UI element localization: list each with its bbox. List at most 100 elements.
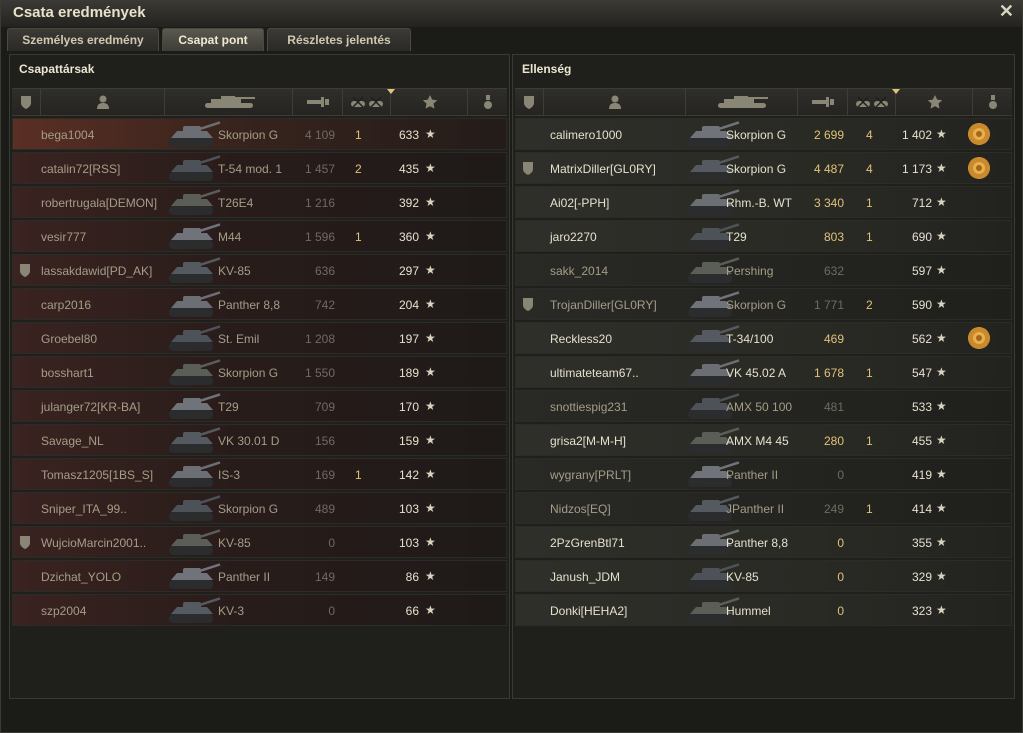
player-name: Janush_JDM [550, 570, 621, 584]
player-name: sakk_2014 [550, 264, 609, 278]
damage-icon [307, 97, 329, 107]
score-star-icon: ★ [425, 195, 436, 209]
kills-icon [351, 96, 383, 108]
score-star-icon: ★ [425, 331, 436, 345]
player-row[interactable]: wygrany[PRLT] Panther II 0 419 ★ [515, 458, 1012, 490]
player-name: bosshart1 [41, 366, 94, 380]
clan-badge-icon [522, 161, 534, 178]
score-star-icon: ★ [936, 195, 947, 209]
window-title: Csata eredmények [13, 4, 146, 21]
clan-badge-icon [21, 96, 31, 109]
score-star-icon: ★ [936, 229, 947, 243]
player-row[interactable]: lassakdawid[PD_AK] KV-85 636 297 ★ [12, 254, 507, 286]
column-header-medal[interactable] [467, 89, 507, 115]
player-row[interactable]: bega1004 Skorpion G 4 109 1 633 ★ [12, 118, 507, 150]
column-header-damage[interactable] [797, 89, 848, 115]
column-header-score-star[interactable] [892, 89, 973, 115]
player-row[interactable]: Tomasz1205[1BS_S] IS-3 169 1 142 ★ [12, 458, 507, 490]
player-row[interactable]: catalin72[RSS] T-54 mod. 1 1 457 2 435 ★ [12, 152, 507, 184]
player-row[interactable]: bosshart1 Skorpion G 1 550 189 ★ [12, 356, 507, 388]
enemies-column-header [515, 88, 1012, 116]
column-header-clan-badge[interactable] [12, 89, 40, 115]
title-bar: Csata eredmények ✕ [1, 1, 1022, 27]
kills-value: 1 [866, 502, 873, 516]
player-row[interactable]: Reckless20 T-34/100 469 562 ★ [515, 322, 1012, 354]
player-row[interactable]: MatrixDiller[GL0RY] Skorpion G 4 487 4 1 17… [515, 152, 1012, 184]
column-header-kills[interactable] [342, 89, 391, 115]
clan-badge-icon [19, 535, 31, 552]
clan-badge-icon [19, 263, 31, 280]
kills-icon [856, 96, 888, 108]
player-row[interactable]: Janush_JDM KV-85 0 329 ★ [515, 560, 1012, 592]
damage-value: 280 [823, 434, 844, 448]
player-row[interactable]: robertrugala[DEMON] T26E4 1 216 392 ★ [12, 186, 507, 218]
player-row[interactable]: jaro2270 T29 803 1 690 ★ [515, 220, 1012, 252]
column-header-tank[interactable] [164, 89, 293, 115]
player-row[interactable]: Groebel80 St. Emil 1 208 197 ★ [12, 322, 507, 354]
player-name: bega1004 [41, 128, 95, 142]
player-row[interactable]: snottiespig231 AMX 50 100 481 533 ★ [515, 390, 1012, 422]
score-value: 1 173 [901, 162, 932, 176]
column-header-tank[interactable] [685, 89, 798, 115]
player-row[interactable]: calimero1000 Skorpion G 2 699 4 1 402 ★ [515, 118, 1012, 150]
player-row[interactable]: carp2016 Panther 8,8 742 204 ★ [12, 288, 507, 320]
tab-personal-results[interactable]: Személyes eredmény [7, 28, 159, 51]
damage-value: 156 [314, 434, 335, 448]
player-row[interactable]: Ai02[-PPH] Rhm.-B. WT 3 340 1 712 ★ [515, 186, 1012, 218]
tank-name: T26E4 [218, 196, 254, 210]
allies-panel: Csapattársak bega1004 Skorpion G 4 109 1 63… [9, 54, 510, 699]
score-star-icon: ★ [936, 297, 947, 311]
column-header-medal[interactable] [972, 89, 1012, 115]
player-row[interactable]: grisa2[M-M-H] AMX M4 45 280 1 455 ★ [515, 424, 1012, 456]
player-row[interactable]: sakk_2014 Pershing 632 597 ★ [515, 254, 1012, 286]
damage-value: 0 [837, 536, 844, 550]
tank-thumbnail-icon [169, 563, 221, 589]
tank-name: Panther 8,8 [726, 536, 789, 550]
damage-value: 481 [823, 400, 844, 414]
player-row[interactable]: 2PzGrenBtl71 Panther 8,8 0 355 ★ [515, 526, 1012, 558]
damage-value: 4 487 [813, 162, 844, 176]
score-value: 297 [398, 264, 419, 278]
player-name: Groebel80 [41, 332, 98, 346]
damage-value: 149 [314, 570, 335, 584]
player-row[interactable]: szp2004 KV-3 0 66 ★ [12, 594, 507, 626]
tank-thumbnail-icon [169, 223, 221, 249]
column-header-score-star[interactable] [387, 89, 468, 115]
player-name: Sniper_ITA_99.. [41, 502, 127, 516]
close-icon[interactable]: ✕ [999, 1, 1014, 22]
damage-value: 469 [823, 332, 844, 346]
tank-name: KV-85 [218, 536, 251, 550]
score-star-icon: ★ [936, 535, 947, 549]
score-star-icon: ★ [936, 603, 947, 617]
tank-icon [205, 96, 255, 108]
tank-thumbnail-icon [169, 597, 221, 623]
player-row[interactable]: vesir777 M44 1 596 1 360 ★ [12, 220, 507, 252]
player-row[interactable]: ultimateteam67.. VK 45.02 A 1 678 1 547 ★ [515, 356, 1012, 388]
tank-thumbnail-icon [169, 529, 221, 555]
player-row[interactable]: Nidzos[EQ] JPanther II 249 1 414 ★ [515, 492, 1012, 524]
player-row[interactable]: Sniper_ITA_99.. Skorpion G 489 103 ★ [12, 492, 507, 524]
tab-detailed-report[interactable]: Részletes jelentés [267, 28, 411, 51]
player-row[interactable]: julanger72[KR-BA] T29 709 170 ★ [12, 390, 507, 422]
player-row[interactable]: Dzichat_YOLO Panther II 149 86 ★ [12, 560, 507, 592]
player-row[interactable]: Savage_NL VK 30.01 D 156 159 ★ [12, 424, 507, 456]
column-header-kills[interactable] [847, 89, 896, 115]
score-value: 590 [911, 298, 932, 312]
column-header-damage[interactable] [292, 89, 343, 115]
enemies-title: Ellenség [522, 62, 572, 76]
player-row[interactable]: WujcioMarcin2001.. KV-85 0 103 ★ [12, 526, 507, 558]
damage-value: 636 [314, 264, 335, 278]
score-star-icon: ★ [936, 331, 947, 345]
player-row[interactable]: TrojanDiller[GL0RY] Skorpion G 1 771 2 590 ★ [515, 288, 1012, 320]
kills-value: 1 [355, 230, 362, 244]
column-header-clan-badge[interactable] [515, 89, 543, 115]
clan-badge-icon [524, 96, 534, 109]
column-header-player[interactable] [40, 89, 165, 115]
player-row[interactable]: Donki[HEHA2] Hummel 0 323 ★ [515, 594, 1012, 626]
column-header-player[interactable] [543, 89, 686, 115]
player-name: carp2016 [41, 298, 92, 312]
score-star-icon: ★ [425, 365, 436, 379]
score-star-icon: ★ [936, 433, 947, 447]
tab-team-score[interactable]: Csapat pont [162, 28, 264, 51]
tank-name: IS-3 [218, 468, 241, 482]
